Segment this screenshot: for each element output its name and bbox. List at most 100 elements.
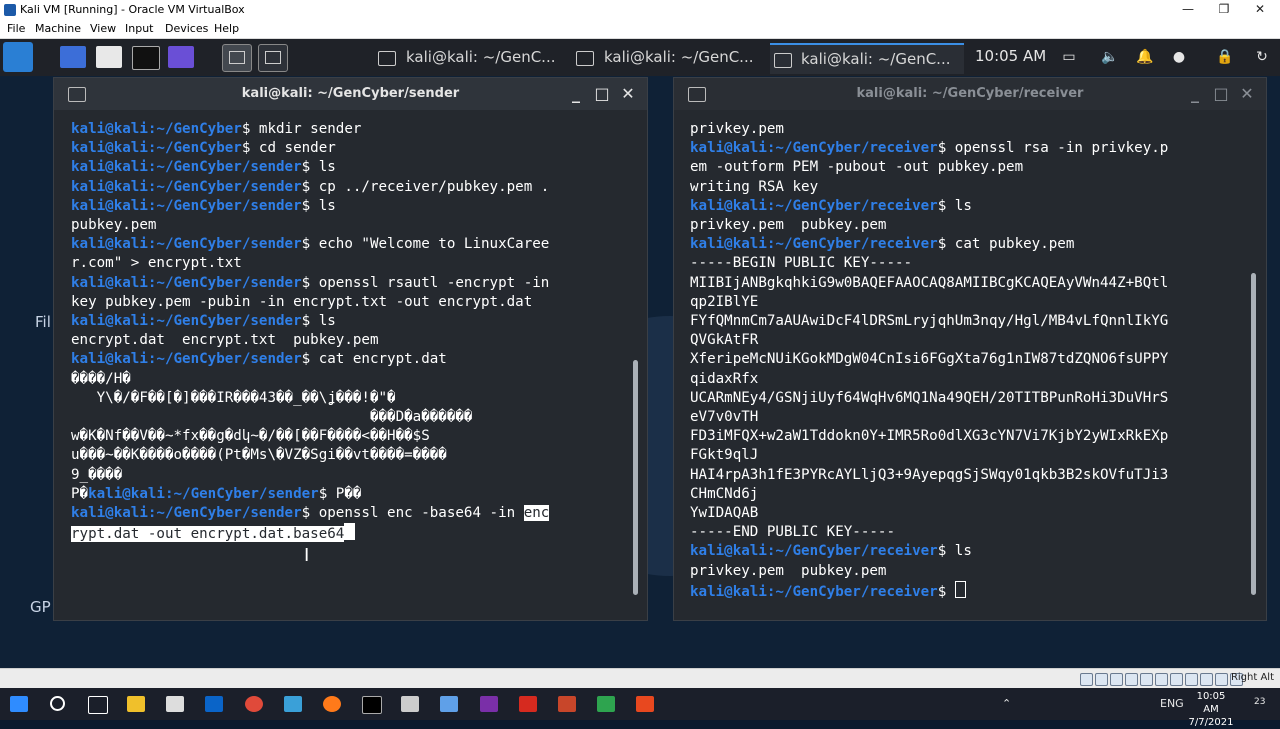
display-status-icon[interactable] xyxy=(1170,673,1183,686)
menu-input[interactable]: Input xyxy=(125,22,153,35)
terminal-line: MIIBIjANBgkqhkiG9w0BAQEFAAOCAQ8AMIIBCgKC… xyxy=(690,274,1235,293)
minimize-icon[interactable]: _ xyxy=(1185,78,1205,110)
recording-status-icon[interactable] xyxy=(1185,673,1198,686)
terminal-line: kali@kali:~/GenCyber/sender$ openssl rsa… xyxy=(71,274,611,293)
shared-folder-status-icon[interactable] xyxy=(1155,673,1168,686)
command-text: $ echo "Welcome to LinuxCaree xyxy=(301,236,550,253)
terminal-line: ���D�a������ xyxy=(71,408,611,427)
terminal-line: FYfQMnmCm7aAUAwiDcF4lDRSmLryjqhUm3nqy/Hg… xyxy=(690,312,1235,331)
menu-help[interactable]: Help xyxy=(214,22,239,35)
file-manager-icon[interactable] xyxy=(96,46,122,68)
network-status-icon[interactable] xyxy=(1125,673,1138,686)
snagit-icon[interactable] xyxy=(636,696,654,712)
display-icon[interactable]: ▭ xyxy=(1061,49,1077,65)
optical-status-icon[interactable] xyxy=(1095,673,1108,686)
terminal-line: qp2IBlYE xyxy=(690,293,1235,312)
desktop-icon-label[interactable]: GP xyxy=(30,598,51,616)
cpu-status-icon[interactable] xyxy=(1200,673,1213,686)
sender-terminal-window[interactable]: kali@kali: ~/GenCyber/sender _ □ ✕ kali@… xyxy=(53,77,648,621)
logout-icon[interactable]: ↻ xyxy=(1254,49,1270,65)
lock-icon[interactable]: 🔒 xyxy=(1216,49,1233,65)
terminal-title-bar[interactable]: kali@kali: ~/GenCyber/sender _ □ ✕ xyxy=(54,78,647,110)
terminal-line: kali@kali:~/GenCyber$ cd sender xyxy=(71,139,611,158)
prompt-user: kali@kali xyxy=(71,197,148,214)
scrollbar[interactable] xyxy=(1251,273,1256,595)
workspace-2[interactable] xyxy=(258,44,288,72)
virtualbox-vm-icon[interactable] xyxy=(440,696,458,712)
maximize-icon[interactable]: □ xyxy=(1211,78,1231,110)
terminal-line: -----END PUBLIC KEY----- xyxy=(690,523,1235,542)
power-manager-icon[interactable]: ● xyxy=(1171,49,1187,65)
prompt-user: kali@kali xyxy=(71,178,148,195)
close-icon[interactable]: ✕ xyxy=(1242,0,1278,20)
terminal-icon[interactable] xyxy=(132,46,160,70)
prompt-user: kali@kali xyxy=(690,140,767,157)
panel-clock[interactable]: 10:05 AM xyxy=(975,47,1046,65)
camtasia-icon[interactable] xyxy=(597,696,615,712)
windows-start-icon[interactable] xyxy=(10,696,28,712)
terminal-line: kali@kali:~/GenCyber/sender$ cp ../recei… xyxy=(71,178,611,197)
terminal-line: kali@kali:~/GenCyber/receiver$ ls xyxy=(690,542,1235,561)
terminal-line: pubkey.pem xyxy=(71,216,611,235)
close-icon[interactable]: ✕ xyxy=(618,78,638,110)
prompt-user: kali@kali xyxy=(690,236,767,253)
show-desktop-icon[interactable] xyxy=(60,46,86,68)
store-icon[interactable] xyxy=(166,696,184,712)
usb-status-icon[interactable] xyxy=(1140,673,1153,686)
search-icon[interactable] xyxy=(50,696,65,711)
output-text: XferipeMcNUiKGokMDgW04CnIsi6FGgXta76g1nI… xyxy=(690,351,1169,368)
taskbar-clock[interactable]: 10:05 AM 7/7/2021 xyxy=(1188,690,1234,729)
menu-devices[interactable]: Devices xyxy=(165,22,208,35)
terminal-line: kali@kali:~/GenCyber/sender$ ls xyxy=(71,197,611,216)
prompt-user: kali@kali xyxy=(71,274,148,291)
outlook-icon[interactable] xyxy=(205,696,223,712)
output-text: HAI4rpA3h1fE3PYRcAYLljQ3+9AyepqgSjSWqy01… xyxy=(690,466,1169,483)
sender-terminal-output[interactable]: kali@kali:~/GenCyber$ mkdir sender kali@k… xyxy=(71,120,611,544)
kali-top-panel: kali@kali: ~/GenC... kali@kali: ~/GenC..… xyxy=(0,39,1280,76)
powerpoint-icon[interactable] xyxy=(558,696,576,712)
command-text: $ openssl enc -base64 -in xyxy=(301,505,524,522)
firefox-icon[interactable] xyxy=(323,696,341,712)
chrome-icon[interactable] xyxy=(245,696,263,712)
terminal-title-bar[interactable]: kali@kali: ~/GenCyber/receiver _ □ ✕ xyxy=(674,78,1266,110)
notification-center-badge[interactable]: 23 xyxy=(1254,697,1265,707)
mouse-status-icon[interactable] xyxy=(1215,673,1228,686)
onenote-icon[interactable] xyxy=(480,696,498,712)
minimize-icon[interactable]: — xyxy=(1170,0,1206,20)
menu-file[interactable]: File xyxy=(7,22,25,35)
window-title: Kali VM [Running] - Oracle VM VirtualBox xyxy=(20,3,245,16)
kali-menu-icon[interactable] xyxy=(3,42,33,72)
audio-status-icon[interactable] xyxy=(1110,673,1123,686)
maximize-icon[interactable]: ❐ xyxy=(1206,0,1242,20)
menu-machine[interactable]: Machine xyxy=(35,22,81,35)
language-indicator[interactable]: ENG xyxy=(1160,697,1184,710)
desktop-icon-label[interactable]: Fil xyxy=(35,313,51,331)
virtualbox-app-icon[interactable] xyxy=(401,696,419,712)
terminal-line: kali@kali:~/GenCyber/sender$ openssl enc… xyxy=(71,504,611,523)
output-text: eV7v0vTH xyxy=(690,409,759,426)
browser-icon[interactable] xyxy=(168,46,194,68)
task-view-icon[interactable] xyxy=(88,696,108,714)
taskbar-terminal-1[interactable]: kali@kali: ~/GenC... xyxy=(378,43,568,72)
receiver-terminal-output[interactable]: privkey.pem kali@kali:~/GenCyber/receiver… xyxy=(690,120,1235,602)
notepad-icon[interactable] xyxy=(284,696,302,712)
maximize-icon[interactable]: □ xyxy=(592,78,612,110)
hdd-status-icon[interactable] xyxy=(1080,673,1093,686)
menu-view[interactable]: View xyxy=(90,22,116,35)
receiver-terminal-window[interactable]: kali@kali: ~/GenCyber/receiver _ □ ✕ pri… xyxy=(673,77,1267,621)
taskbar-terminal-3[interactable]: kali@kali: ~/GenC... xyxy=(770,43,964,74)
cmd-icon[interactable] xyxy=(362,696,382,714)
prompt-path: :~/GenCyber xyxy=(147,121,242,137)
scrollbar[interactable] xyxy=(633,360,638,595)
tray-chevron-icon[interactable]: ⌃ xyxy=(1002,697,1011,710)
notification-bell-icon[interactable]: 🔔 xyxy=(1136,49,1153,65)
prompt-path: :~/GenCyber xyxy=(147,140,242,157)
minimize-icon[interactable]: _ xyxy=(566,78,586,110)
taskbar-terminal-2[interactable]: kali@kali: ~/GenC... xyxy=(576,43,766,72)
volume-icon[interactable]: 🔈 xyxy=(1101,49,1118,65)
prompt-user: kali@kali xyxy=(71,159,148,176)
close-icon[interactable]: ✕ xyxy=(1237,78,1257,110)
acrobat-icon[interactable] xyxy=(519,696,537,712)
workspace-1[interactable] xyxy=(222,44,252,72)
file-explorer-icon[interactable] xyxy=(127,696,145,712)
